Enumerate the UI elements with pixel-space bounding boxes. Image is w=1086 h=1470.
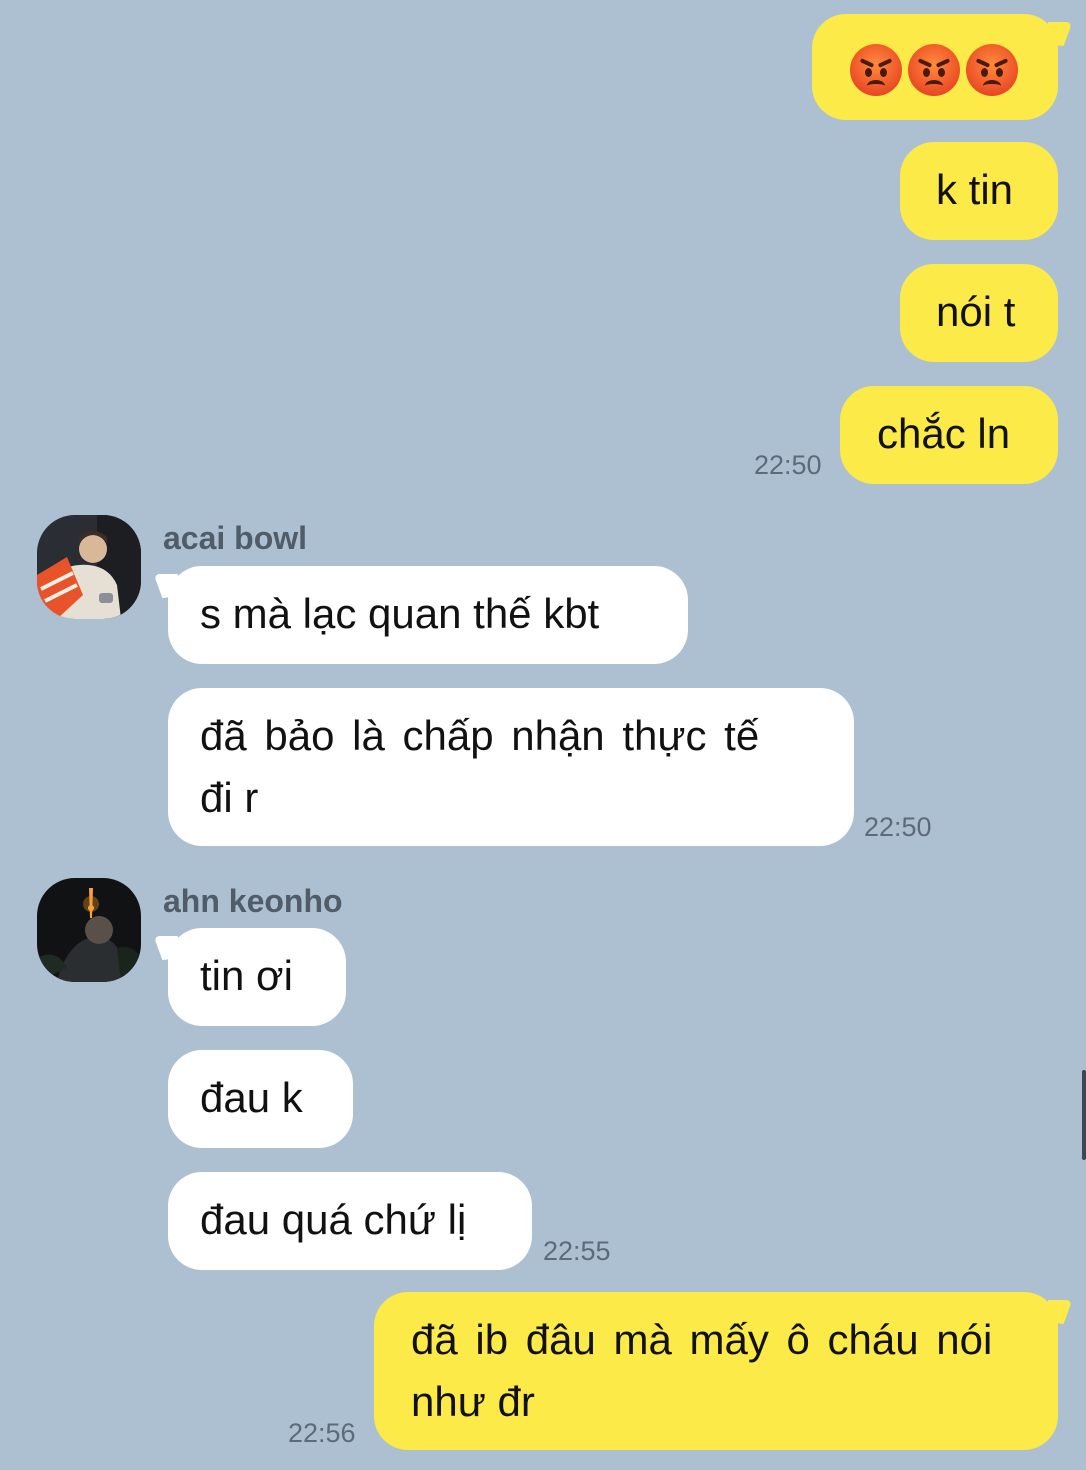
avatar-ahn-keonho[interactable]: [37, 878, 141, 982]
message-text: đau k: [200, 1074, 303, 1121]
incoming-message-bubble[interactable]: đau quá chứ lị: [168, 1172, 532, 1270]
message-timestamp: 22:50: [754, 450, 822, 480]
incoming-message-bubble[interactable]: đã bảo là chấp nhận thực tế đi r: [168, 688, 854, 846]
message-timestamp: 22:55: [543, 1236, 611, 1266]
message-text-line: đã bảo là chấp nhận thực tế: [200, 712, 760, 759]
message-text: tin ơi: [200, 952, 293, 999]
message-text-line: đi r: [200, 774, 259, 821]
incoming-message-bubble[interactable]: tin ơi: [168, 928, 346, 1026]
outgoing-message-bubble[interactable]: nói t: [900, 264, 1058, 362]
message-text: chắc ln: [877, 410, 1011, 457]
sender-name: acai bowl: [163, 520, 308, 556]
outgoing-message-bubble[interactable]: chắc ln: [840, 386, 1058, 484]
sender-name: ahn keonho: [163, 883, 343, 919]
message-text-line: đã ib đâu mà mấy ô cháu nói: [411, 1316, 993, 1363]
angry-face-icon: [908, 43, 960, 96]
avatar-acai-bowl[interactable]: [37, 515, 141, 619]
angry-face-icon: [966, 43, 1018, 96]
message-text: đau quá chứ lị: [200, 1196, 467, 1243]
outgoing-message-bubble[interactable]: k tin: [900, 142, 1058, 240]
scrollbar-thumb[interactable]: [1082, 1070, 1086, 1160]
incoming-message-bubble[interactable]: s mà lạc quan thế kbt: [168, 566, 688, 664]
message-text: nói t: [936, 288, 1016, 335]
message-timestamp: 22:56: [288, 1418, 356, 1448]
angry-face-icon: [850, 43, 902, 96]
outgoing-emoji-bubble[interactable]: [812, 14, 1058, 120]
message-timestamp: 22:50: [864, 812, 932, 842]
message-text: k tin: [936, 166, 1014, 213]
incoming-message-bubble[interactable]: đau k: [168, 1050, 353, 1148]
message-text: s mà lạc quan thế kbt: [200, 590, 600, 637]
outgoing-message-bubble[interactable]: đã ib đâu mà mấy ô cháu nói như đr: [374, 1292, 1058, 1450]
message-text-line: như đr: [411, 1378, 535, 1425]
